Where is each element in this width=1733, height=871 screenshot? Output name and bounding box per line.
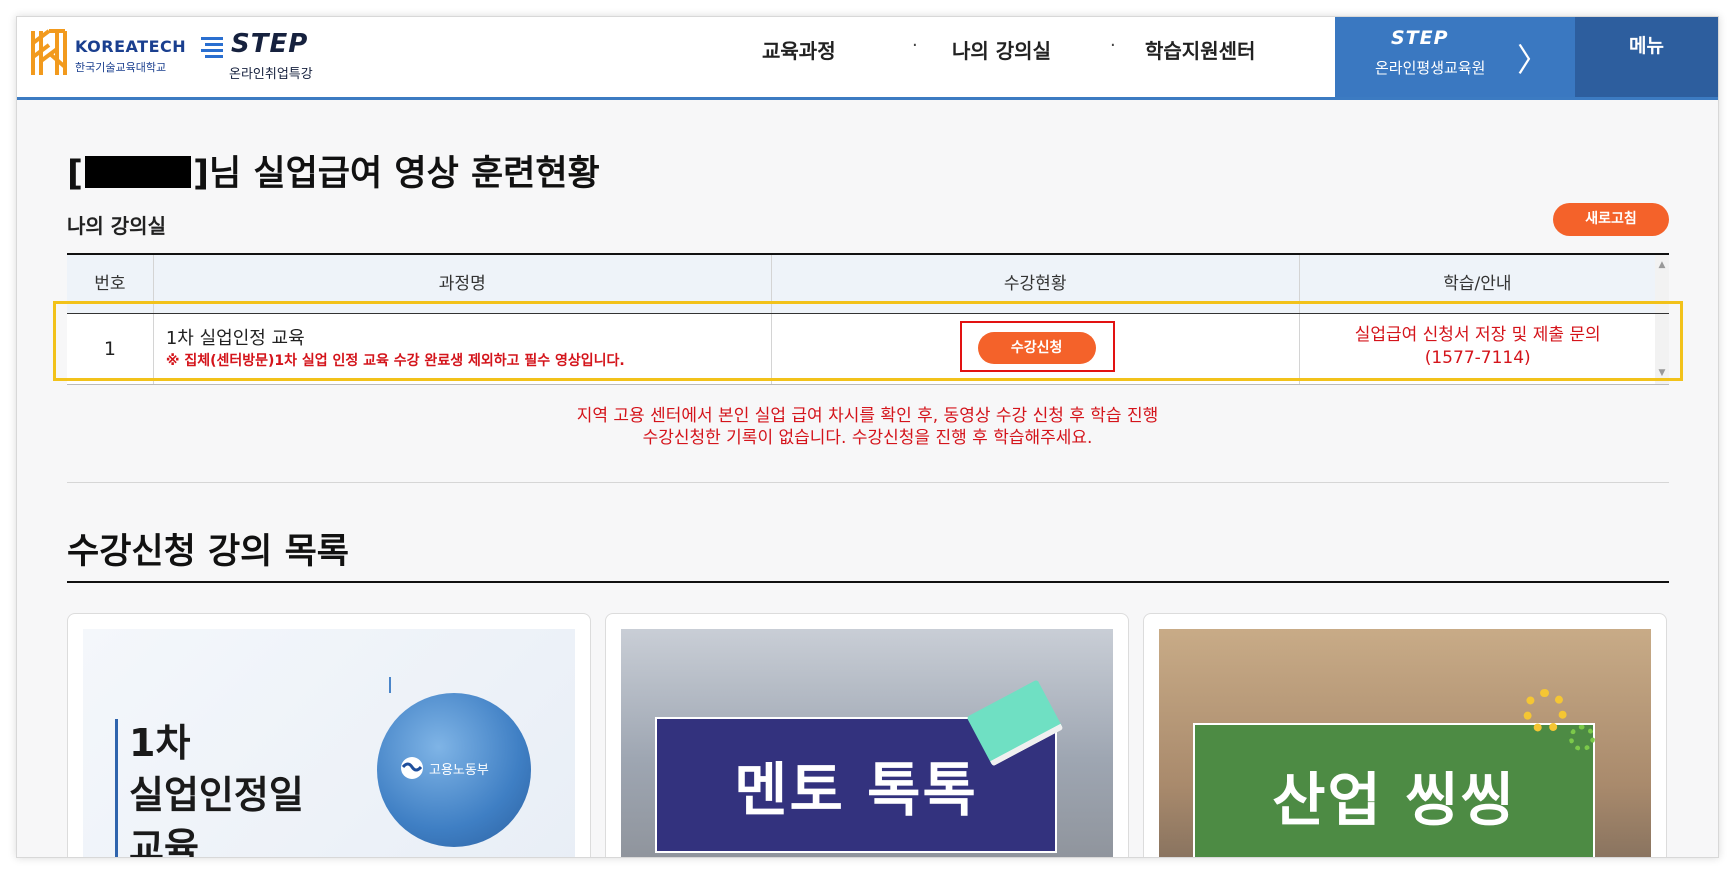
thumbnail-banner: 산업 씽씽 [1193,723,1595,857]
step-logo-subtitle: 온라인취업특강 [229,67,313,82]
page-title-rest: ]님 실업급여 영상 훈련현황 [193,154,600,194]
course-thumbnail: 산업 씽씽 [1159,629,1651,857]
course-note: ※ 집체(센터방문)1차 실업 인정 교육 수강 완료생 제외하고 필수 영상입… [165,353,625,369]
course-name: 1차 실업인정 교육 [165,328,305,349]
column-header-course: 과정명 [154,255,772,313]
table-header: 번호 과정명 수강현황 학습/안내 ▲ [67,255,1669,314]
course-card-1[interactable]: 1차 실업인정일 교육 고용노동부 [67,613,591,858]
ministry-badge: 고용노동부 [377,693,531,847]
thumbnail-line: 실업인정일 [129,773,304,817]
accent-bar [115,719,118,857]
gear-icon [1523,689,1567,733]
step-lifelong-link[interactable]: STEP 온라인평생교육원 〉 [1335,17,1575,97]
thumbnail-text: 산업 씽씽 [1272,766,1516,834]
scrollbar-down-icon[interactable]: ▼ [1655,314,1669,384]
course-table: 번호 과정명 수강현황 학습/안내 ▲ 1 1차 실업인정 교육 ※ 집체(센터… [67,253,1669,385]
course-card-2[interactable]: 멘토 톡톡 [605,613,1129,857]
column-header-status: 수강현황 [772,255,1300,313]
course-list-underline [67,581,1669,583]
site-header: KOREATECH 한국기술교육대학교 STEP 온라인취업특강 교육과정 · … [17,17,1718,100]
decor-line [389,677,391,693]
menu-button[interactable]: 메뉴 [1575,17,1718,97]
koreatech-name: KOREATECH [75,37,187,56]
page-title-open: [ [67,154,83,194]
step-logo-word: STEP [231,29,309,59]
step-box-subtitle: 온라인평생교육원 [1375,59,1486,77]
chevron-right-icon: 〉 [1517,41,1550,79]
refresh-button[interactable]: 새로고침 [1553,203,1669,236]
course-card-3[interactable]: 산업 씽씽 [1143,613,1667,857]
course-thumbnail: 1차 실업인정일 교육 고용노동부 [83,629,575,858]
guide-cell: 실업급여 신청서 저장 및 제출 문의 (1577-7114) [1300,314,1655,384]
guide-line: 실업급여 신청서 저장 및 제출 문의 [1354,325,1601,345]
koreatech-subname: 한국기술교육대학교 [75,61,167,74]
step-box-logo: STEP [1391,27,1449,49]
section-divider [67,482,1669,483]
thumbnail-line: 1차 [129,721,191,765]
koreatech-logo[interactable]: KOREATECH 한국기술교육대학교 [29,27,199,83]
nav-separator: · [1110,35,1116,56]
guide-text[interactable]: 실업급여 신청서 저장 및 제출 문의 (1577-7114) [1300,324,1656,370]
step-mark-icon [201,37,223,58]
nav-my-classroom[interactable]: 나의 강의실 [952,35,1051,69]
page-title: [ ]님 실업급여 영상 훈련현황 [67,145,600,196]
course-cell: 1차 실업인정 교육 ※ 집체(센터방문)1차 실업 인정 교육 수강 완료생 … [154,314,772,384]
course-thumbnail: 멘토 톡톡 [621,629,1113,857]
course-list-title: 수강신청 강의 목록 [67,532,349,572]
koreatech-mark-icon [31,29,67,75]
column-header-guide: 학습/안내 [1443,274,1512,294]
browser-page: KOREATECH 한국기술교육대학교 STEP 온라인취업특강 교육과정 · … [16,16,1719,858]
gear-small-icon [1569,725,1595,751]
column-header-number: 번호 [67,255,154,313]
row-number: 1 [67,314,154,384]
enroll-button-highlight: 수강신청 [959,321,1115,372]
guide-phone: (1577-7114) [1424,348,1531,368]
section-label: 나의 강의실 [67,214,166,238]
ministry-label: 고용노동부 [429,763,489,778]
thumbnail-text: 1차 실업인정일 교육 [129,717,304,858]
nav-learning-support[interactable]: 학습지원센터 [1145,35,1255,69]
redacted-username [85,156,191,188]
nav-separator: · [912,35,918,56]
enroll-button[interactable]: 수강신청 [977,332,1096,364]
thumbnail-line: 교육 [129,825,199,858]
nav-courses[interactable]: 교육과정 [762,35,836,69]
table-row: 1 1차 실업인정 교육 ※ 집체(센터방문)1차 실업 인정 교육 수강 완료… [67,314,1669,385]
scrollbar-up-icon[interactable]: ▲ [1655,255,1669,313]
step-logo[interactable]: STEP 온라인취업특강 [199,29,339,89]
ministry-logo-icon [401,757,423,779]
status-cell: 수강신청 [772,314,1300,384]
notice-line-2: 수강신청한 기록이 없습니다. 수강신청을 진행 후 학습해주세요. [642,428,1093,448]
